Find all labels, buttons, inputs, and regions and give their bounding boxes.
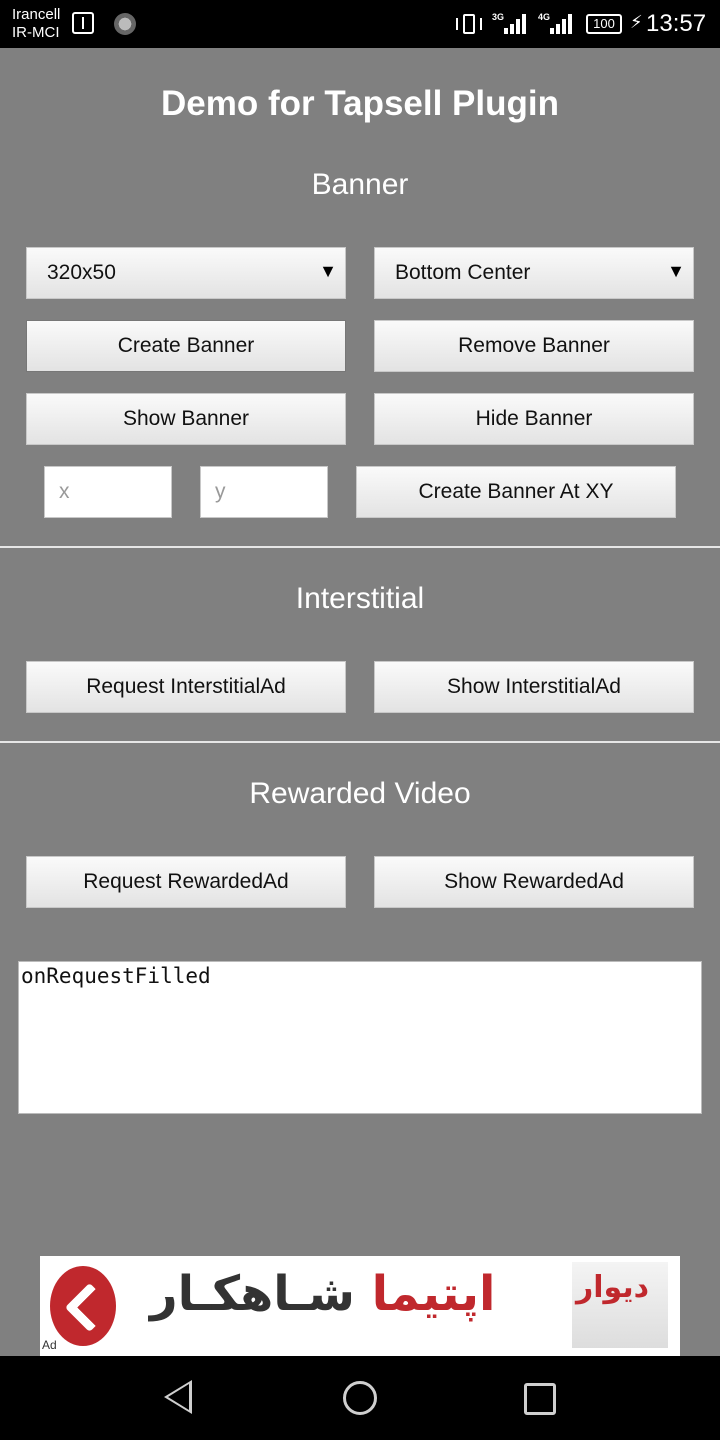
status-bar: Irancell IR-MCI 3G 4G 100 ⚡ 13:57	[0, 0, 720, 48]
charging-icon: ⚡	[630, 12, 643, 32]
interstitial-heading: Interstitial	[295, 582, 425, 615]
home-icon[interactable]	[343, 1381, 377, 1415]
carrier-label: Irancell IR-MCI	[12, 6, 60, 42]
signal-icon	[504, 14, 528, 34]
section-divider	[0, 741, 720, 743]
x-input[interactable]: x	[44, 466, 172, 518]
network-type-2: 4G	[538, 12, 551, 22]
banner-position-select[interactable]: Bottom Center ▼	[374, 247, 694, 299]
network-type-1: 3G	[492, 12, 505, 22]
signal-icon-2	[550, 14, 574, 34]
usb-icon	[72, 12, 94, 34]
create-banner-at-xy-button[interactable]: Create Banner At XY	[356, 466, 676, 518]
carrier-1: Irancell	[12, 6, 61, 23]
hide-banner-button[interactable]: Hide Banner	[374, 393, 694, 445]
section-divider	[0, 546, 720, 548]
ad-logo: دیوار	[572, 1262, 668, 1348]
ad-banner[interactable]: اپتیما شـاهکـار دیوار Ad	[40, 1256, 680, 1356]
create-banner-button[interactable]: Create Banner	[26, 320, 346, 372]
banner-size-value: 320x50	[47, 261, 116, 284]
vibrate-icon	[456, 14, 482, 34]
page-title: Demo for Tapsell Plugin	[160, 84, 559, 123]
ad-tag: Ad	[42, 1338, 57, 1352]
recents-icon[interactable]	[524, 1383, 556, 1415]
battery-icon: 100	[586, 14, 622, 34]
ad-text-red: اپتیما	[371, 1266, 496, 1322]
sync-icon	[114, 13, 136, 35]
dropdown-arrow-icon: ▼	[667, 261, 685, 281]
back-arrow-icon	[50, 1266, 116, 1346]
banner-heading: Banner	[311, 168, 409, 201]
back-icon[interactable]	[164, 1380, 192, 1414]
show-interstitial-button[interactable]: Show InterstitialAd	[374, 661, 694, 713]
request-interstitial-button[interactable]: Request InterstitialAd	[26, 661, 346, 713]
ad-text-dark: شـاهکـار	[150, 1266, 372, 1322]
rewarded-heading: Rewarded Video	[249, 777, 471, 810]
carrier-2: IR-MCI	[12, 24, 60, 41]
log-textarea[interactable]: onRequestFilled	[18, 961, 702, 1114]
ad-logo-text: دیوار	[576, 1270, 650, 1305]
show-banner-button[interactable]: Show Banner	[26, 393, 346, 445]
ad-headline: اپتیما شـاهکـار	[150, 1266, 495, 1322]
y-input[interactable]: y	[200, 466, 328, 518]
remove-banner-button[interactable]: Remove Banner	[374, 320, 694, 372]
request-rewarded-button[interactable]: Request RewardedAd	[26, 856, 346, 908]
show-rewarded-button[interactable]: Show RewardedAd	[374, 856, 694, 908]
dropdown-arrow-icon: ▼	[319, 261, 337, 281]
banner-position-value: Bottom Center	[395, 261, 531, 284]
clock: 13:57	[646, 10, 707, 37]
banner-size-select[interactable]: 320x50 ▼	[26, 247, 346, 299]
